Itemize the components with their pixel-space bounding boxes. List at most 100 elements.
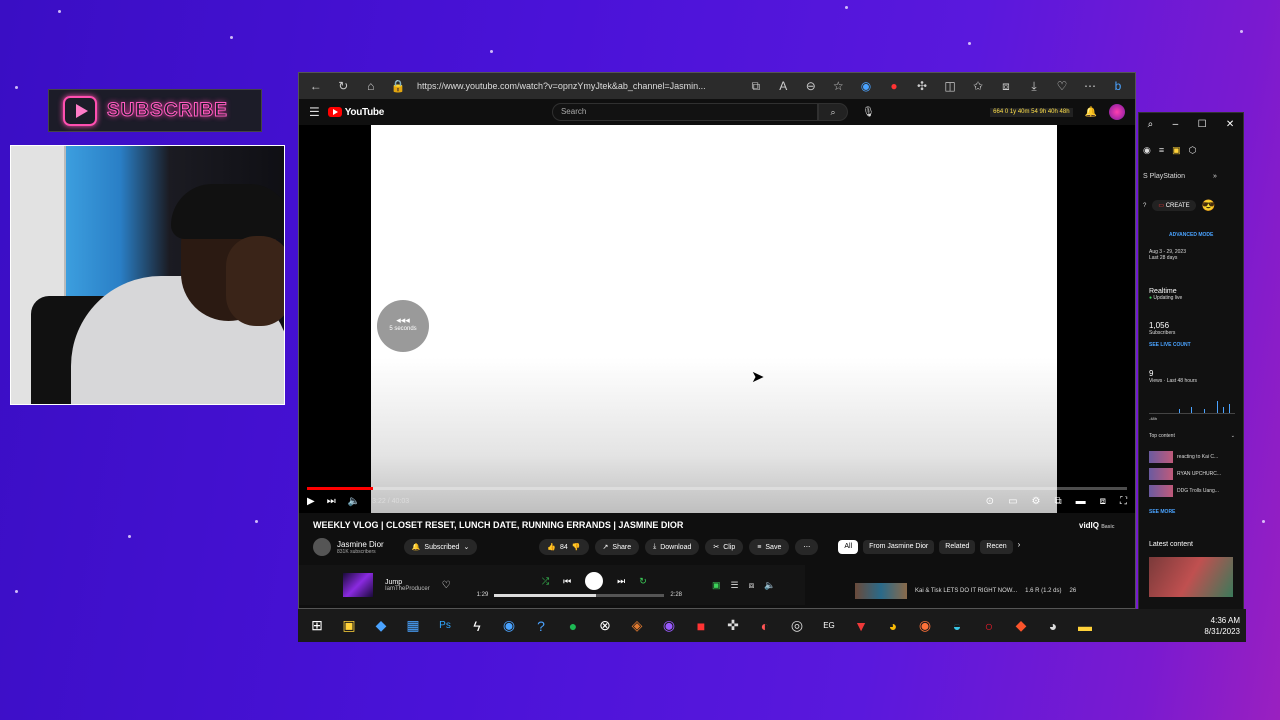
queue-icon[interactable]: ☰ <box>731 580 739 591</box>
see-more-link[interactable]: SEE MORE <box>1149 509 1175 515</box>
extension-icon[interactable]: ◉ <box>857 79 875 93</box>
edge-icon[interactable]: ◒ <box>946 615 968 637</box>
app-icon[interactable]: ◉ <box>498 615 520 637</box>
zoom-icon[interactable]: ⊖ <box>802 79 820 93</box>
collections-icon[interactable]: ⧈ <box>997 79 1015 94</box>
firefox-icon[interactable]: ◉ <box>914 615 936 637</box>
pause-button[interactable] <box>585 572 604 590</box>
theater-mode-icon[interactable]: ▬ <box>1076 496 1086 507</box>
create-button[interactable]: ▭ CREATE <box>1152 200 1196 211</box>
spotify-icon[interactable]: ● <box>562 615 584 637</box>
address-bar[interactable]: https://www.youtube.com/watch?v=opnzYmyJ… <box>417 81 737 91</box>
app-icon[interactable]: ■ <box>690 615 712 637</box>
bing-icon[interactable]: b <box>1109 79 1127 93</box>
youtube-logo[interactable]: YouTube <box>327 107 384 118</box>
home-icon[interactable]: ⌂ <box>362 79 380 93</box>
next-track-icon[interactable]: ⏭ <box>617 576 625 587</box>
performance-icon[interactable]: ♡ <box>1053 79 1071 93</box>
epic-games-icon[interactable]: EG <box>818 615 840 637</box>
read-aloud-icon[interactable]: A <box>775 79 793 93</box>
fullscreen-icon[interactable]: ⛶ <box>1120 496 1127 507</box>
clip-button[interactable]: ✂ Clip <box>705 539 744 555</box>
panel-channel[interactable]: S PlayStation » <box>1143 173 1217 180</box>
panel-cube-icon[interactable]: ⬡ <box>1189 145 1197 156</box>
search-input[interactable]: Search <box>551 103 818 121</box>
video-frame[interactable] <box>371 125 1057 513</box>
close-icon[interactable]: ✕ <box>1226 119 1234 130</box>
volume-icon[interactable]: 🔈 <box>348 496 360 507</box>
panel-eye-icon[interactable]: ◉ <box>1143 145 1151 156</box>
chip-all[interactable]: All <box>838 540 859 554</box>
split-screen-icon[interactable]: ◫ <box>941 79 959 93</box>
top-content-item[interactable]: DDG Trolls Uang... <box>1149 483 1221 500</box>
video-progress-bar[interactable] <box>307 487 1127 490</box>
subscribed-button[interactable]: 🔔 Subscribed ⌄ <box>403 539 478 555</box>
speaker-icon[interactable]: 🔈 <box>764 580 775 591</box>
minimize-icon[interactable]: – <box>1173 119 1179 130</box>
app-icon[interactable]: ◈ <box>626 615 648 637</box>
chip-related[interactable]: Related <box>939 540 976 554</box>
refresh-icon[interactable]: ↻ <box>335 79 353 93</box>
chevron-right-icon[interactable]: › <box>1018 540 1021 554</box>
vidiq-badge[interactable]: vidIQ Basic <box>1079 521 1115 530</box>
more-actions-button[interactable]: ⋯ <box>795 539 819 555</box>
downloads-icon[interactable]: ⤓ <box>1025 79 1043 94</box>
shuffle-icon[interactable]: ⤮ <box>542 576 549 587</box>
miniplayer-icon[interactable]: ⧉ <box>1054 496 1061 507</box>
chip-from-channel[interactable]: From Jasmine Dior <box>863 540 935 554</box>
next-icon[interactable]: ⏭ <box>327 496 336 507</box>
brave-icon[interactable]: ◆ <box>1010 615 1032 637</box>
extension-icon[interactable]: ● <box>885 79 903 93</box>
file-explorer-icon[interactable]: ▬ <box>1074 615 1096 637</box>
chip-recent[interactable]: Recen <box>980 540 1013 554</box>
related-title[interactable]: Kai & Tisk LETS DO IT RIGHT NOW... <box>915 588 1017 594</box>
photoshop-icon[interactable]: Ps <box>434 615 456 637</box>
vivaldi-icon[interactable]: ▼ <box>850 615 872 637</box>
heart-icon[interactable]: ♡ <box>442 580 451 591</box>
favorites-icon[interactable]: ✩ <box>969 79 987 93</box>
calculator-icon[interactable]: ▦ <box>402 615 424 637</box>
channel-name[interactable]: Jasmine Dior <box>337 540 384 549</box>
see-live-count-link[interactable]: SEE LIVE COUNT <box>1149 342 1191 348</box>
panel-list-icon[interactable]: ≡ <box>1159 145 1164 156</box>
lightning-icon[interactable]: ϟ <box>466 615 488 637</box>
download-button[interactable]: ⤓ Download <box>645 539 700 555</box>
steam-icon[interactable]: ◎ <box>786 615 808 637</box>
double-chevron-icon[interactable]: » <box>1213 173 1217 180</box>
puzzle-icon[interactable]: ✣ <box>913 79 931 93</box>
chromium-icon[interactable]: ◕ <box>1042 615 1064 637</box>
opera-icon[interactable]: ○ <box>978 615 1000 637</box>
app-icon[interactable]: ◆ <box>370 615 392 637</box>
back-icon[interactable]: ← <box>307 79 325 93</box>
search-icon[interactable]: ⌕ <box>1148 119 1154 130</box>
settings-gear-icon[interactable]: ⚙ <box>1032 496 1041 507</box>
search-button[interactable]: ⌕ <box>817 103 848 121</box>
advanced-mode-link[interactable]: ADVANCED MODE <box>1169 232 1213 238</box>
hamburger-menu-icon[interactable]: ☰ <box>309 105 320 119</box>
latest-content-thumb[interactable] <box>1149 557 1233 597</box>
sticky-notes-icon[interactable]: ▣ <box>338 615 360 637</box>
share-button[interactable]: ↗ Share <box>594 539 640 555</box>
windows-start-icon[interactable]: ⊞ <box>306 615 328 637</box>
channel-avatar[interactable] <box>313 538 331 556</box>
related-video-item[interactable]: Kai & Tisk LETS DO IT RIGHT NOW... 1.6 R… <box>855 583 1125 599</box>
previous-icon[interactable]: ⏮ <box>563 576 571 587</box>
maximize-icon[interactable]: ☐ <box>1198 119 1207 130</box>
ea-icon[interactable]: ◐ <box>754 615 776 637</box>
now-playing-icon[interactable]: ▣ <box>712 580 721 591</box>
captions-icon[interactable]: ▭ <box>1008 496 1017 507</box>
notifications-icon[interactable]: 🔔 <box>1085 107 1097 118</box>
cast-icon[interactable]: ⧈ <box>1100 496 1106 507</box>
avatar[interactable] <box>1109 104 1125 120</box>
top-content-item[interactable]: RYAN UPCHURC... <box>1149 466 1221 483</box>
controller-icon[interactable]: ✜ <box>722 615 744 637</box>
related-thumbnail[interactable] <box>855 583 907 599</box>
system-clock[interactable]: 4:36 AM 8/31/2023 <box>1204 615 1240 637</box>
video-player[interactable]: ◂◂◂ 5 seconds ➤ ▶ ⏭ 🔈 3:22 / 40:03 ⊙ ▭ ⚙… <box>299 125 1135 513</box>
play-icon[interactable]: ▶ <box>307 496 315 507</box>
xbox-icon[interactable]: ⊗ <box>594 615 616 637</box>
music-seek-bar[interactable] <box>494 593 665 597</box>
autoplay-toggle-icon[interactable]: ⊙ <box>986 496 994 507</box>
save-button[interactable]: ≡ Save <box>749 539 790 555</box>
help-icon[interactable]: ? <box>1143 203 1146 209</box>
